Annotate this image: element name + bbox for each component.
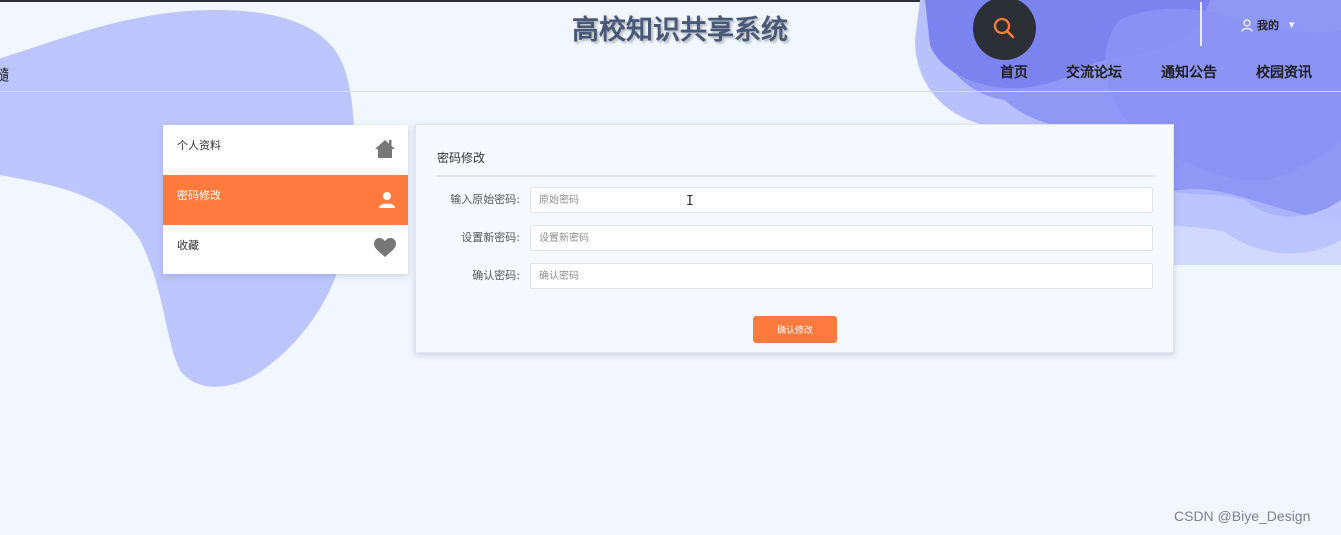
password-form-card: 密码修改 输入原始密码: 设置新密码: 确认密码: 确认修改 <box>415 124 1174 353</box>
watermark: CSDN @Biye_Design <box>1174 508 1311 524</box>
site-title: 高校知识共享系统 <box>572 15 788 46</box>
sidebar-menu: 个人资料 密码修改 收藏 <box>163 125 408 274</box>
nav-notices[interactable]: 通知公告 <box>1161 62 1217 82</box>
sidebar-item-label: 密码修改 <box>177 189 221 202</box>
user-area-divider <box>1200 2 1202 46</box>
user-menu-label: 我的 <box>1257 19 1279 32</box>
new-password-label: 设置新密码: <box>461 231 520 244</box>
confirm-change-button[interactable]: 确认修改 <box>753 316 837 343</box>
user-menu[interactable]: 我的 ▼ <box>1241 16 1294 34</box>
nav-forum[interactable]: 交流论坛 <box>1066 62 1122 82</box>
text-cursor-icon: I <box>686 194 694 209</box>
sidebar-item-label: 个人资料 <box>177 139 221 152</box>
search-icon <box>993 17 1015 39</box>
sidebar-item-password[interactable]: 密码修改 <box>163 175 408 225</box>
home-icon <box>375 140 395 158</box>
truncated-left-text: 髓 <box>0 66 10 84</box>
sidebar-item-profile[interactable]: 个人资料 <box>163 125 408 175</box>
confirm-password-input[interactable] <box>530 263 1153 289</box>
form-title: 密码修改 <box>437 151 486 165</box>
new-password-input[interactable] <box>530 225 1153 251</box>
header-divider <box>0 91 1341 92</box>
old-password-input[interactable] <box>530 187 1153 213</box>
heart-icon <box>374 238 396 257</box>
nav-home[interactable]: 首页 <box>1000 62 1028 82</box>
confirm-password-label: 确认密码: <box>472 269 520 282</box>
caret-down-icon: ▼ <box>1289 21 1295 29</box>
old-password-label: 输入原始密码: <box>450 193 520 206</box>
sidebar-item-label: 收藏 <box>177 239 199 252</box>
sidebar-item-favorites[interactable]: 收藏 <box>163 225 408 275</box>
user-icon <box>379 192 395 208</box>
user-icon <box>1241 18 1253 32</box>
form-title-divider <box>437 175 1154 177</box>
nav-campus-news[interactable]: 校园资讯 <box>1256 62 1312 82</box>
